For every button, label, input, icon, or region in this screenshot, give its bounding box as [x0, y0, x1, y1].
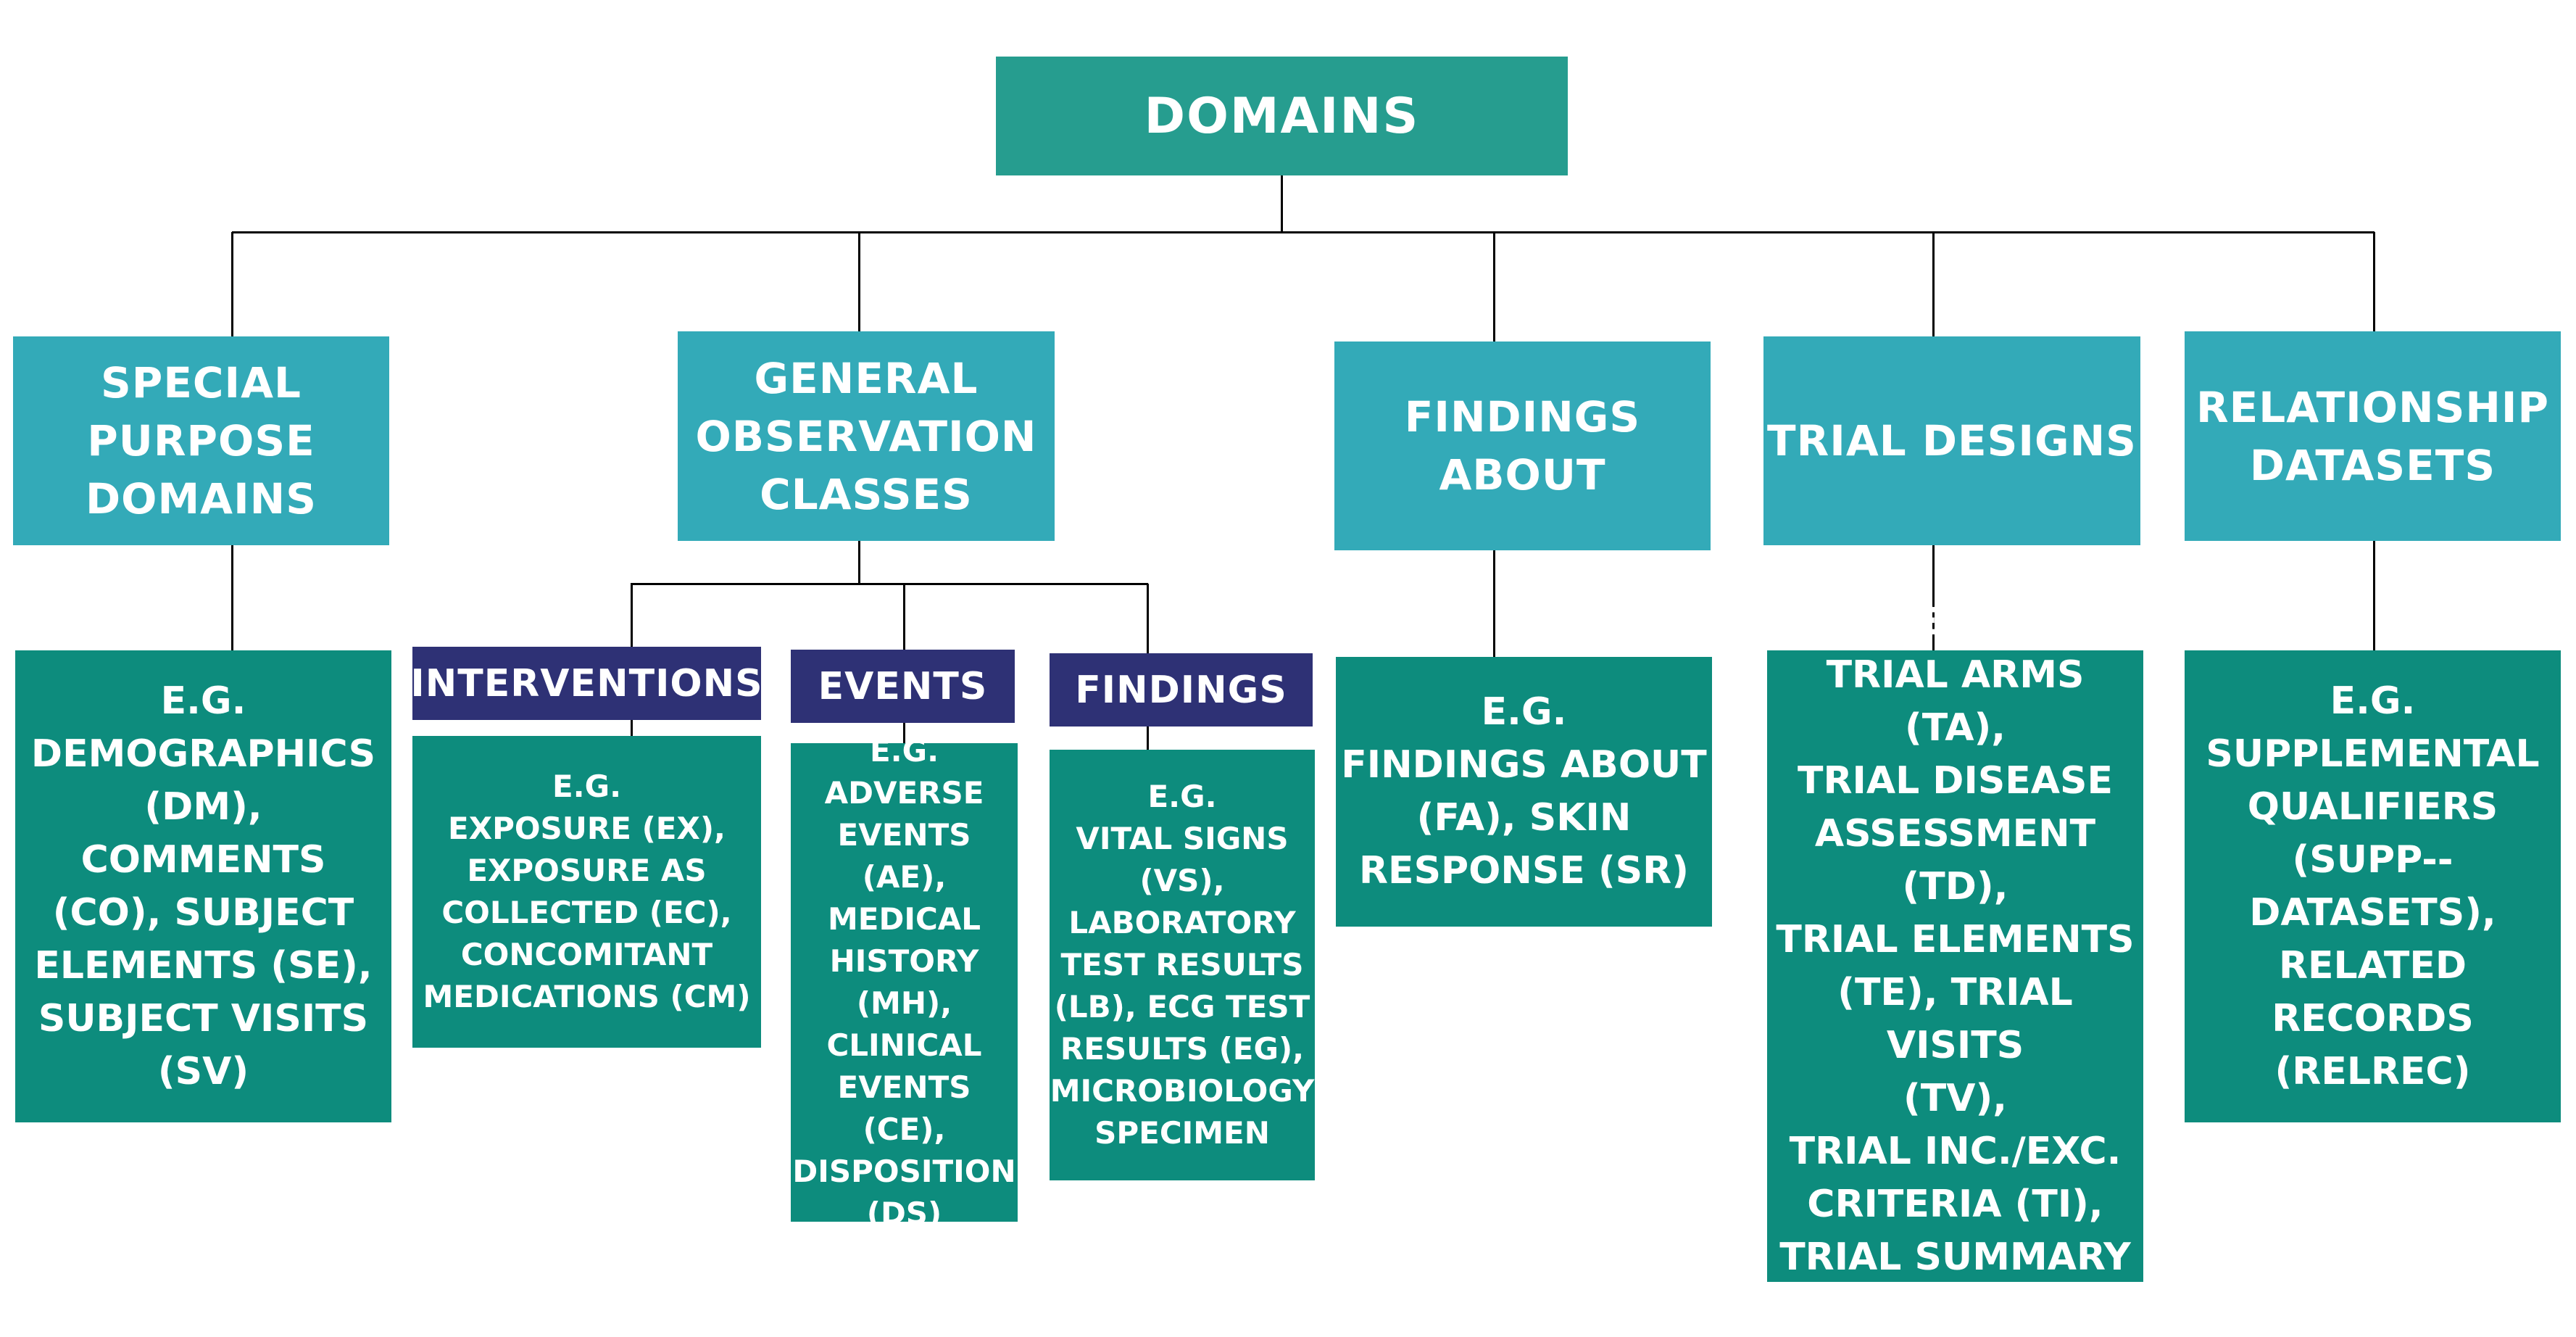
connector-interventions-up	[631, 584, 633, 647]
connector-findings-down	[1147, 727, 1149, 750]
connector-special-down	[231, 545, 233, 650]
connector-events-up	[903, 584, 905, 650]
connector-findings-about-down	[1493, 550, 1495, 657]
examples-relationship-datasets: E.G. SUPPLEMENTAL QUALIFIERS (SUPP-- DAT…	[2185, 650, 2561, 1122]
connector-relationship-down	[2373, 541, 2375, 650]
root-node-domains: DOMAINS	[996, 57, 1568, 175]
examples-findings-about: E.G. FINDINGS ABOUT (FA), SKIN RESPONSE …	[1336, 657, 1712, 927]
connector-general-sub-horizontal	[631, 583, 1148, 585]
category-special-purpose-domains: SPECIAL PURPOSE DOMAINS	[13, 336, 389, 545]
category-findings-about: FINDINGS ABOUT	[1334, 342, 1711, 550]
subclass-findings: FINDINGS	[1050, 653, 1313, 727]
connector-trial-designs-up	[1932, 232, 1935, 336]
connector-root-down	[1281, 175, 1283, 233]
examples-findings: E.G. VITAL SIGNS (VS), LABORATORY TEST R…	[1050, 750, 1315, 1180]
connector-findings-up	[1147, 584, 1149, 653]
connector-main-horizontal	[232, 231, 2375, 233]
examples-special-purpose: E.G. DEMOGRAPHICS (DM), COMMENTS (CO), S…	[15, 650, 391, 1122]
connector-findings-about-up	[1493, 232, 1495, 342]
subclass-events: EVENTS	[791, 650, 1015, 723]
category-trial-designs: TRIAL DESIGNS	[1763, 336, 2140, 545]
category-relationship-datasets: RELATIONSHIP DATASETS	[2185, 331, 2561, 541]
examples-trial-designs: E.G. TRIAL ARMS (TA), TRIAL DISEASE ASSE…	[1767, 600, 2143, 1332]
examples-events: E.G. ADVERSE EVENTS (AE), MEDICAL HISTOR…	[791, 733, 1018, 1231]
subclass-interventions: INTERVENTIONS	[410, 647, 763, 720]
connector-relationship-up	[2373, 232, 2375, 331]
connector-general-up	[858, 232, 860, 331]
category-general-observation-classes: GENERAL OBSERVATION CLASSES	[678, 331, 1055, 541]
connector-special-up	[231, 232, 233, 336]
examples-interventions: E.G. EXPOSURE (EX), EXPOSURE AS COLLECTE…	[412, 736, 761, 1048]
connector-general-down	[858, 541, 860, 584]
connector-interventions-down	[631, 720, 633, 736]
